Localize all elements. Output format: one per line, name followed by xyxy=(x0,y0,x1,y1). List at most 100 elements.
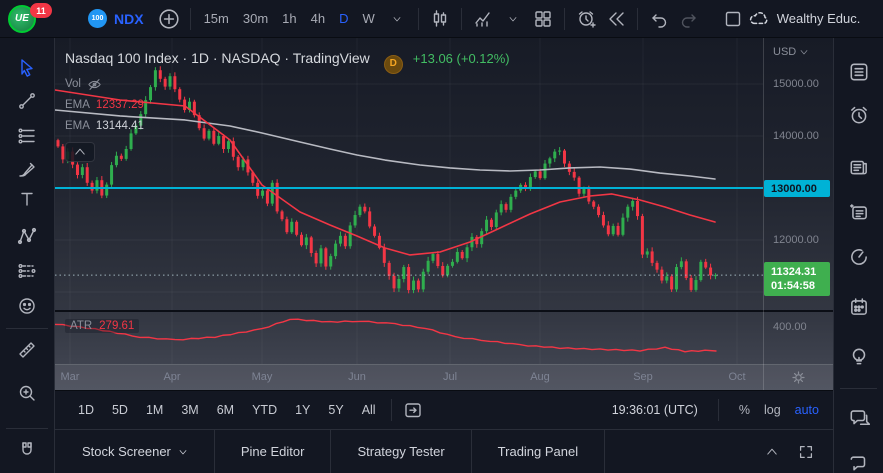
range-1M[interactable]: 1M xyxy=(137,403,172,417)
time-axis-label: May xyxy=(251,371,273,383)
symbol-name[interactable]: NDX xyxy=(114,11,144,27)
tab-pine-editor[interactable]: Pine Editor xyxy=(215,430,332,473)
save-layout-button[interactable] xyxy=(718,4,748,34)
ema-label[interactable]: EMA xyxy=(65,116,90,136)
timeframe-15m[interactable]: 15m xyxy=(197,11,236,26)
timeframe-30m[interactable]: 30m xyxy=(236,11,275,26)
range-1D[interactable]: 1D xyxy=(69,403,103,417)
undo-button[interactable] xyxy=(644,4,674,34)
tab-trading-panel[interactable]: Trading Panel xyxy=(472,430,606,473)
indicators-button[interactable] xyxy=(468,4,498,34)
range-YTD[interactable]: YTD xyxy=(243,403,286,417)
price-axis-border xyxy=(763,38,764,390)
timeframe-1h[interactable]: 1h xyxy=(275,11,303,26)
brush-icon xyxy=(17,159,37,179)
log-scale-button[interactable]: log xyxy=(764,403,781,417)
atr-legend[interactable]: ATR 279.61 xyxy=(65,319,140,333)
alerts-panel-button[interactable] xyxy=(842,98,876,132)
hotlist-icon xyxy=(848,246,870,268)
news-panel-button[interactable] xyxy=(842,150,876,184)
range-6M[interactable]: 6M xyxy=(208,403,243,417)
pane-divider[interactable] xyxy=(55,310,833,312)
tab-list: Stock Screener Pine Editor Strategy Tester… xyxy=(55,430,606,473)
chart-area[interactable]: Mar Apr May Jun Jul Aug Sep Oct USD 13000.00 11… xyxy=(55,38,833,390)
separator xyxy=(563,7,565,30)
separator xyxy=(189,7,191,30)
redo-button[interactable] xyxy=(674,4,704,34)
timeframe-W[interactable]: W xyxy=(355,11,381,26)
hotlist-panel-button[interactable] xyxy=(842,240,876,274)
range-1Y[interactable]: 1Y xyxy=(286,403,319,417)
alert-clock-icon xyxy=(576,9,596,29)
chat-panel-button[interactable] xyxy=(842,401,876,435)
ideas-icon xyxy=(848,346,870,368)
fullscreen-panel-icon[interactable] xyxy=(797,443,815,461)
timeframe-4h[interactable]: 4h xyxy=(304,11,332,26)
notification-badge: 11 xyxy=(30,3,52,18)
indicator-templates-button[interactable] xyxy=(498,4,528,34)
ema-label[interactable]: EMA xyxy=(65,95,90,115)
separator xyxy=(717,399,719,421)
calendar-panel-button[interactable] xyxy=(842,290,876,324)
fib-lines-icon xyxy=(17,126,37,146)
range-list: 1D 5D 1M 3M 6M YTD 1Y 5Y All xyxy=(69,403,385,417)
time-axis-label: Aug xyxy=(530,371,550,383)
watchlist-panel-button[interactable] xyxy=(842,55,876,89)
chart-type-button[interactable] xyxy=(425,4,455,34)
zoom-in-icon xyxy=(17,383,37,403)
create-alert-button[interactable] xyxy=(571,4,601,34)
bar-replay-button[interactable] xyxy=(601,4,631,34)
tab-stock-screener[interactable]: Stock Screener xyxy=(55,430,215,473)
trend-line-icon xyxy=(17,91,37,111)
timeframe-list: 15m 30m 1h 4h D W xyxy=(197,11,382,26)
cloud-icon xyxy=(748,8,770,30)
data-window-panel-button[interactable] xyxy=(842,195,876,229)
public-chat-panel-button[interactable] xyxy=(842,446,876,473)
volume-label[interactable]: Vol xyxy=(65,74,81,94)
percent-scale-button[interactable]: % xyxy=(739,403,750,417)
zoom-in-tool[interactable] xyxy=(10,376,44,410)
timeframe-D[interactable]: D xyxy=(332,11,355,26)
news-icon xyxy=(848,156,870,178)
auto-scale-button[interactable]: auto xyxy=(795,403,819,417)
timeframe-menu-button[interactable] xyxy=(382,4,412,34)
magnet-tool[interactable] xyxy=(10,433,44,467)
expand-panel-chevron[interactable] xyxy=(765,445,779,459)
separator xyxy=(6,328,48,329)
add-symbol-button[interactable] xyxy=(154,4,184,34)
forecast-icon xyxy=(17,261,37,281)
collapse-legend-button[interactable] xyxy=(65,142,95,162)
text-tool-tool[interactable] xyxy=(10,182,44,216)
chart-title[interactable]: Nasdaq 100 Index · 1D · NASDAQ · Trading… xyxy=(65,50,370,66)
go-to-date-button[interactable] xyxy=(398,395,428,425)
price-axis-tick: 14000.00 xyxy=(773,130,819,142)
range-All[interactable]: All xyxy=(353,403,385,417)
symbol-logo: 100 xyxy=(88,9,107,28)
text-tool-icon xyxy=(17,189,37,209)
cursor-tool[interactable] xyxy=(10,51,44,85)
xabcd-pattern-tool[interactable] xyxy=(10,219,44,253)
fib-lines-tool[interactable] xyxy=(10,119,44,153)
atr-value: 279.61 xyxy=(99,320,135,332)
time-axis-label: Oct xyxy=(728,371,746,383)
trend-line-tool[interactable] xyxy=(10,84,44,118)
clock[interactable]: 19:36:01 (UTC) xyxy=(612,403,698,417)
time-axis[interactable]: Mar Apr May Jun Jul Aug Sep Oct xyxy=(55,364,833,390)
chart-settings-gear-icon[interactable] xyxy=(787,366,809,388)
last-price-tag: 11324.31 01:54:58 xyxy=(764,262,830,296)
tab-strategy-tester[interactable]: Strategy Tester xyxy=(331,430,472,473)
forecast-tool[interactable] xyxy=(10,254,44,288)
range-5Y[interactable]: 5Y xyxy=(319,403,352,417)
range-3M[interactable]: 3M xyxy=(172,403,207,417)
eye-off-icon[interactable] xyxy=(87,77,102,92)
emoji-tool[interactable] xyxy=(10,289,44,323)
account-menu[interactable]: Wealthy Educ. xyxy=(748,8,860,30)
price-axis-currency[interactable]: USD xyxy=(773,46,809,58)
ruler-tool[interactable] xyxy=(10,333,44,367)
ideas-panel-button[interactable] xyxy=(842,340,876,374)
brush-tool[interactable] xyxy=(10,152,44,186)
xabcd-pattern-icon xyxy=(17,226,37,246)
range-5D[interactable]: 5D xyxy=(103,403,137,417)
level-price-tag: 13000.00 xyxy=(764,180,830,197)
layout-grid-button[interactable] xyxy=(528,4,558,34)
